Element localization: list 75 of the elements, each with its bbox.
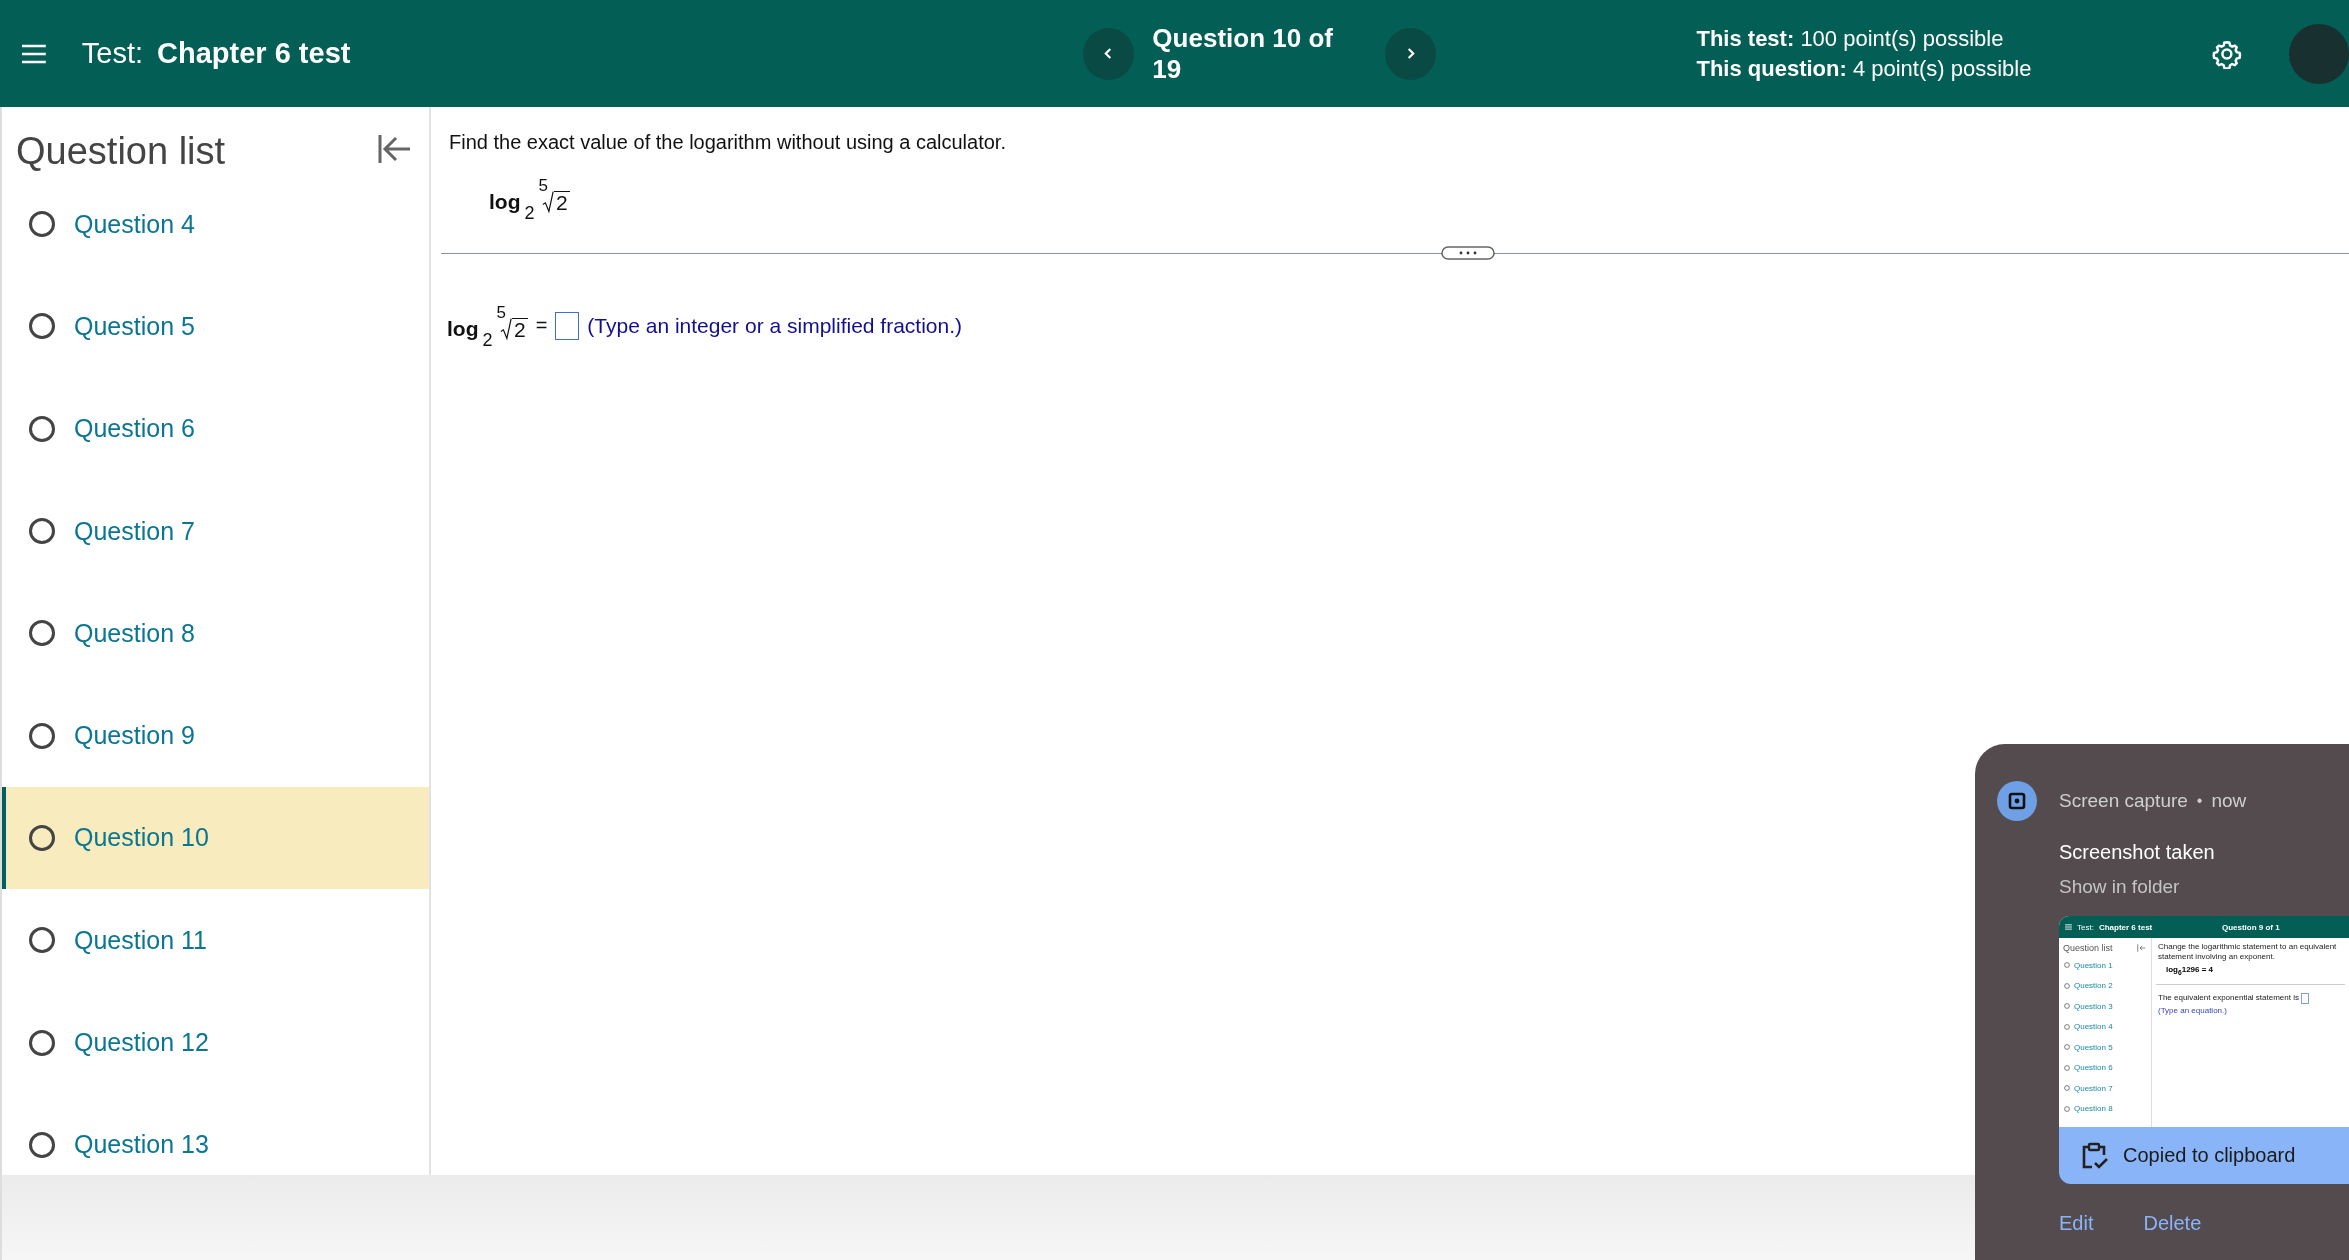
points-info: This question: 4 point(s) possible: [1696, 54, 2033, 83]
notification-action[interactable]: Delete: [2133, 1208, 2212, 1239]
question-item[interactable]: Question 8: [2, 582, 429, 685]
question-position: Question 10 of 19: [1152, 22, 1334, 85]
question-item[interactable]: Question 11: [2, 889, 429, 992]
radio-icon: [2064, 1023, 2070, 1030]
question-item[interactable]: Question 4: [2, 173, 429, 276]
answer-label: The equivalent exponential statement is: [2158, 993, 2299, 1004]
points-info: This test: 100 point(s) possible: [1696, 24, 2005, 53]
answer-hint: (Type an integer or a simplified fraction.): [587, 313, 963, 338]
question-item: Question 8: [2074, 1104, 2113, 1114]
question-item[interactable]: Question 10: [2, 786, 429, 890]
equals-sign: =: [535, 314, 548, 337]
radio-icon: [2064, 1105, 2070, 1112]
radio-icon: [2064, 982, 2070, 989]
radio-icon: [28, 312, 56, 341]
sidebar-title: Question list: [2063, 943, 2113, 953]
question-item: Question 4: [2074, 1022, 2113, 1032]
separator-dot: •: [2196, 792, 2203, 810]
question-item[interactable]: Question 9: [2, 684, 429, 787]
notification-action[interactable]: Edit: [2049, 1208, 2104, 1239]
show-in-folder-link[interactable]: Show in folder: [2059, 876, 2349, 898]
radio-icon: [28, 210, 56, 239]
screen-capture-icon: [1997, 781, 2037, 821]
radio-icon: [2064, 1003, 2070, 1010]
answer-box: [2301, 992, 2309, 1004]
question-prompt: Change the logarithmic statement to an equivalent statement involving an exponent.: [2158, 942, 2338, 962]
question-prompt: Find the exact value of the logarithm without using a calculator.: [449, 130, 1007, 155]
radical-sign: [542, 190, 554, 214]
question-item[interactable]: Question 7: [2, 479, 429, 583]
radio-icon: [28, 414, 56, 443]
banner-text: Copied to clipboard: [2123, 1144, 2296, 1167]
question-item: Question 5: [2074, 1042, 2113, 1052]
question-position: Question 9 of 1: [2221, 922, 2280, 932]
answer-box[interactable]: [555, 311, 580, 340]
resize-handle[interactable]: [1441, 246, 1495, 260]
question-item[interactable]: Question 5: [2, 275, 429, 378]
question-item[interactable]: Question 12: [2, 991, 429, 1094]
question-item: Question 2: [2074, 981, 2113, 991]
radical-sign: [500, 317, 512, 341]
radio-icon: [28, 517, 56, 546]
screenshot-thumbnail[interactable]: [2059, 916, 2349, 1127]
chevron-left-icon: [1104, 47, 1114, 60]
answer-hint: (Type an equation.): [2158, 1005, 2227, 1016]
radio-icon: [28, 619, 56, 648]
collapse-icon[interactable]: [377, 133, 413, 165]
question-item: Question 7: [2074, 1083, 2113, 1093]
question-item: Question 3: [2074, 1001, 2113, 1011]
test-name: Chapter 6 test: [157, 37, 352, 70]
radio-icon: [2064, 1085, 2070, 1092]
collapse-icon: [2137, 944, 2146, 952]
radio-icon: [2064, 962, 2070, 969]
notification-time: now: [2211, 790, 2247, 812]
test-label: Test:: [81, 37, 144, 70]
question-item: Question 1: [2074, 960, 2113, 970]
chevron-right-icon: [1406, 47, 1416, 60]
radio-icon: [28, 1028, 56, 1057]
radio-icon: [2064, 1064, 2070, 1071]
question-item[interactable]: Question 6: [2, 377, 429, 480]
radio-icon: [28, 1130, 56, 1159]
sidebar-title: Question list: [16, 129, 226, 173]
notification-title: Screenshot taken: [2059, 841, 2216, 864]
question-item[interactable]: Question 13: [2, 1093, 429, 1175]
test-name: Chapter 6 test: [2098, 922, 2154, 932]
menu-icon[interactable]: [22, 43, 46, 64]
settings-icon[interactable]: [2212, 38, 2242, 69]
radio-icon: [28, 721, 56, 750]
question-item: Question 6: [2074, 1063, 2113, 1073]
radio-icon: [28, 926, 56, 955]
menu-icon: [2065, 924, 2072, 930]
notification-source: Screen capture: [2059, 790, 2188, 812]
test-label: Test:: [2077, 922, 2094, 932]
radio-icon: [2064, 1044, 2070, 1051]
math-expression: log$_{6}$1296 = 4: [2166, 965, 2215, 976]
radio-icon: [28, 823, 56, 852]
